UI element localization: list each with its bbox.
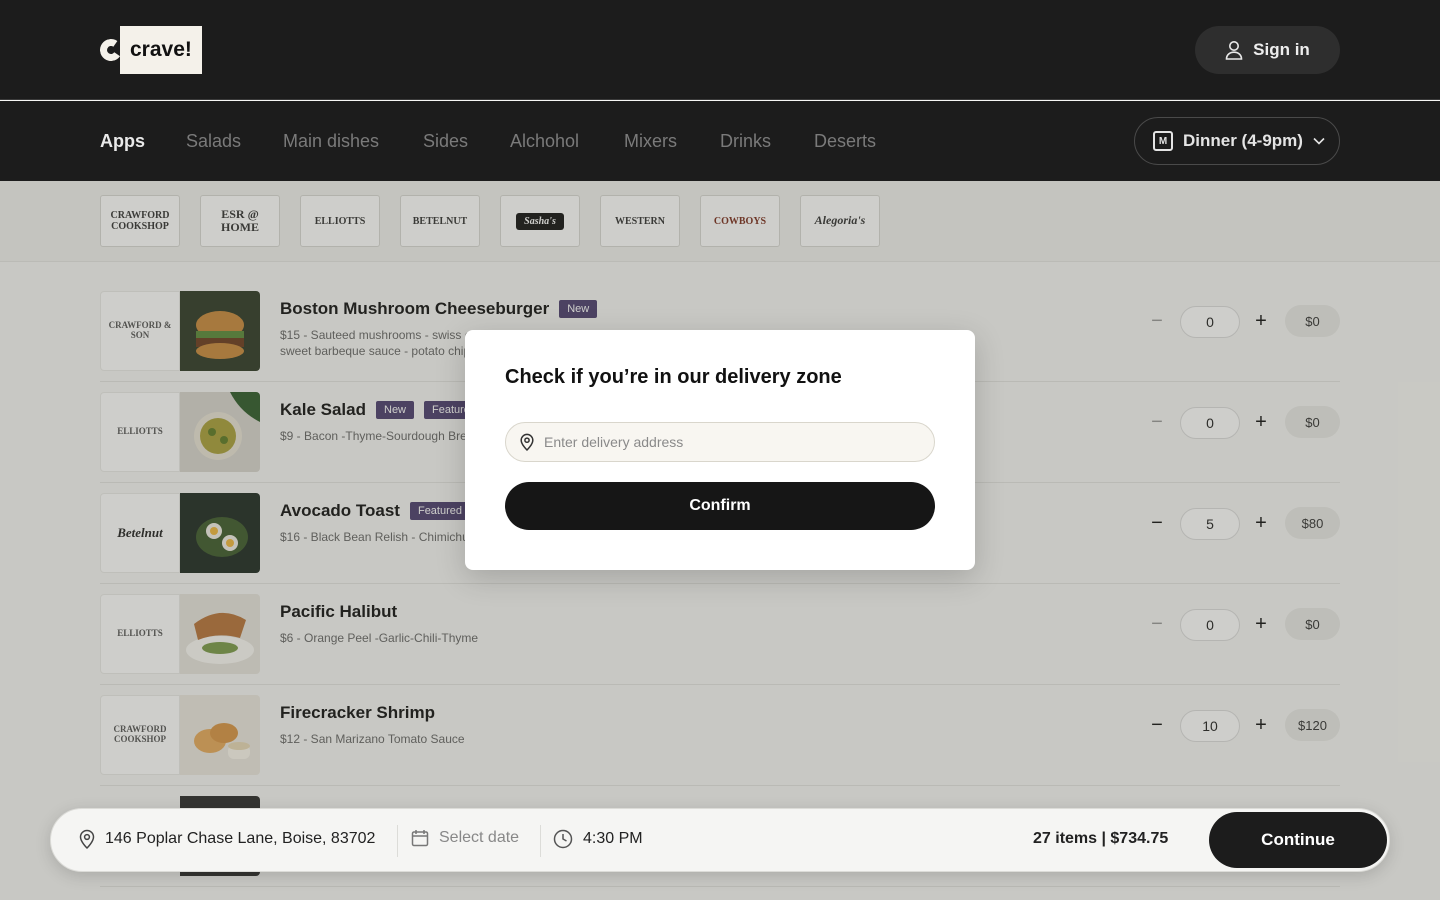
category-tab-main-dishes[interactable]: Main dishes <box>283 131 379 152</box>
clock-icon <box>553 829 573 849</box>
category-tab-apps[interactable]: Apps <box>100 131 145 152</box>
category-tab-alchohol[interactable]: Alchohol <box>510 131 579 152</box>
meal-period-label: Dinner (4-9pm) <box>1183 131 1303 150</box>
signin-button[interactable]: Sign in <box>1195 26 1340 74</box>
user-icon <box>1225 41 1243 60</box>
category-tab-mixers[interactable]: Mixers <box>624 131 677 152</box>
continue-button[interactable]: Continue <box>1209 812 1387 868</box>
delivery-zone-modal: Check if you’re in our delivery zone Con… <box>465 330 975 570</box>
date-placeholder: Select date <box>439 829 520 846</box>
category-tab-deserts[interactable]: Deserts <box>814 131 876 152</box>
calendar-icon <box>411 830 429 847</box>
category-nav: Apps Salads Main dishes Sides Alchohol M… <box>0 101 1440 181</box>
chevron-down-icon <box>1313 137 1325 145</box>
time-picker[interactable]: 4:30 PM <box>553 829 643 849</box>
address-text: 146 Poplar Chase Lane, Boise, 83702 <box>105 830 376 847</box>
confirm-button[interactable]: Confirm <box>505 482 935 530</box>
top-header: crave! Sign in <box>0 0 1440 100</box>
location-pin-icon <box>79 829 95 849</box>
category-tab-drinks[interactable]: Drinks <box>720 131 771 152</box>
location-pin-icon <box>520 433 534 451</box>
divider <box>540 825 541 857</box>
date-picker[interactable]: Select date <box>411 829 519 847</box>
signin-label: Sign in <box>1253 40 1310 59</box>
order-summary-bar: 146 Poplar Chase Lane, Boise, 83702 Sele… <box>50 808 1390 872</box>
divider <box>397 825 398 857</box>
meal-period-dropdown[interactable]: M Dinner (4-9pm) <box>1134 117 1340 165</box>
time-value: 4:30 PM <box>583 830 643 847</box>
delivery-address[interactable]: 146 Poplar Chase Lane, Boise, 83702 <box>79 829 375 849</box>
category-tab-salads[interactable]: Salads <box>186 131 241 152</box>
menu-card-icon: M <box>1153 131 1173 151</box>
logo-text: crave! <box>120 26 202 74</box>
crave-logo[interactable]: crave! <box>98 26 202 74</box>
cart-summary: 27 items | $734.75 <box>1033 830 1169 847</box>
delivery-address-input[interactable] <box>544 434 914 450</box>
category-tab-sides[interactable]: Sides <box>423 131 468 152</box>
delivery-address-field[interactable] <box>505 422 935 462</box>
modal-title: Check if you’re in our delivery zone <box>505 366 842 388</box>
